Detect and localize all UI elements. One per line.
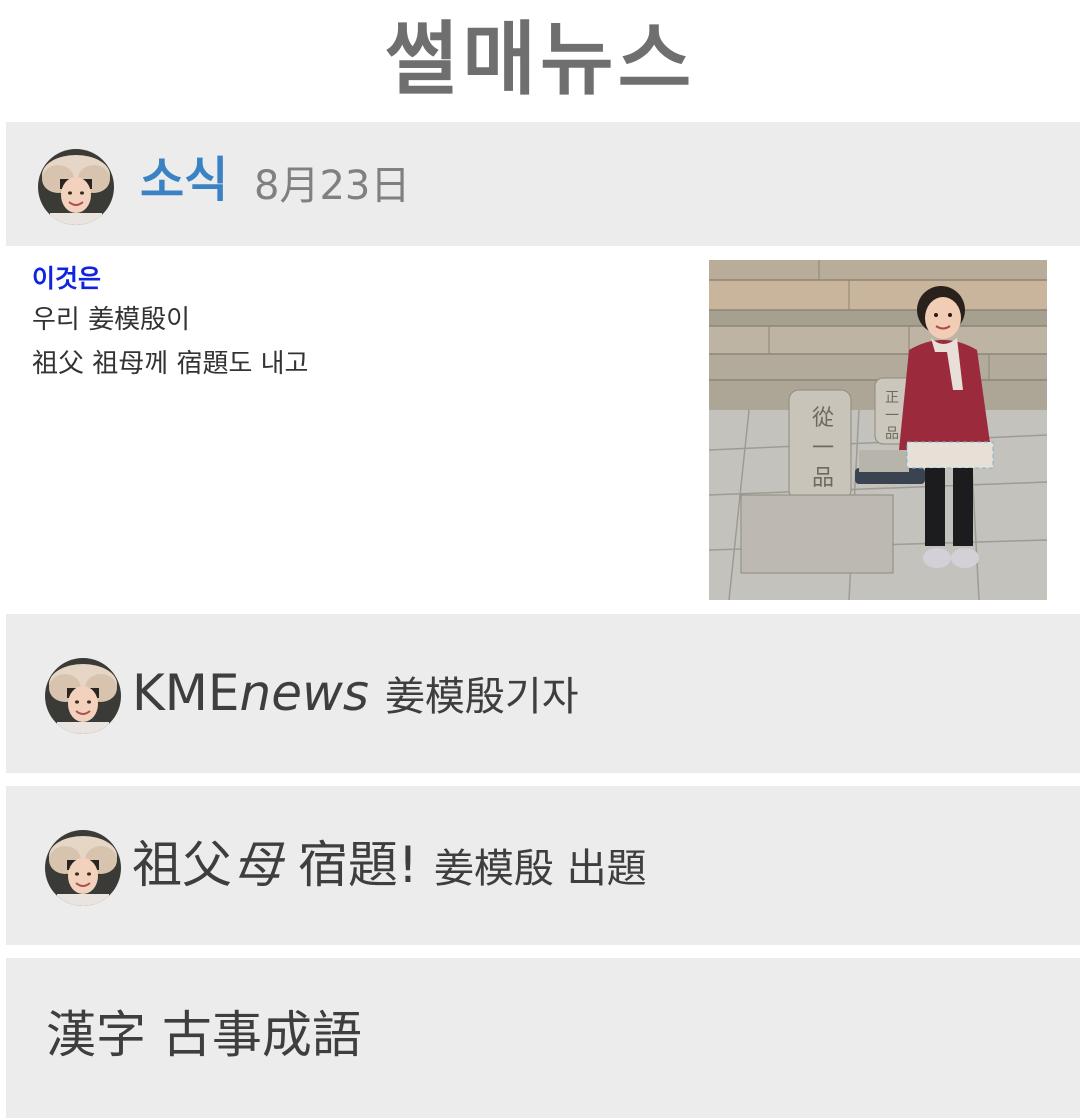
article-line: 祖父 祖母께 宿題도 내고: [32, 349, 309, 379]
reporter-title: KMEnews 姜模殷기자: [132, 658, 579, 732]
homework-title: 祖父母 宿題! 姜模殷 出題: [132, 830, 647, 904]
svg-text:品: 品: [885, 426, 899, 442]
brand-name: KME: [132, 664, 240, 722]
avatar: [45, 830, 121, 906]
idioms-row[interactable]: 漢字 古事成語: [6, 958, 1080, 1118]
svg-text:一: 一: [885, 408, 899, 424]
news-date: 8月23日: [254, 163, 411, 209]
news-section-label[interactable]: 소식: [140, 148, 228, 212]
svg-text:品: 品: [812, 466, 834, 491]
svg-text:從: 從: [812, 406, 834, 431]
idioms-title: 漢字 古事成語: [46, 1006, 362, 1064]
app-title: 썰매뉴스: [384, 12, 696, 106]
homework-title-rest: 宿題!: [282, 836, 418, 894]
child-avatar-icon: [45, 658, 121, 734]
reporter-row[interactable]: KMEnews 姜模殷기자: [6, 614, 1080, 773]
avatar: [38, 149, 114, 225]
homework-title-italic: 母: [232, 836, 282, 894]
svg-text:一: 一: [812, 436, 834, 461]
article-heading[interactable]: 이것은: [32, 260, 672, 298]
homework-row[interactable]: 祖父母 宿題! 姜模殷 出題: [6, 786, 1080, 945]
svg-text:正: 正: [885, 390, 899, 406]
avatar: [45, 658, 121, 734]
homework-title-part: 祖父: [132, 836, 232, 894]
child-avatar-icon: [45, 830, 121, 906]
homework-author: 姜模殷 出題: [433, 846, 647, 892]
girl-at-stone-markers-photo: 從 一 品 正 一 品: [709, 260, 1047, 600]
child-avatar-icon: [38, 149, 114, 225]
brand-name-italic: news: [239, 664, 369, 722]
reporter-name: 姜模殷기자: [384, 674, 579, 720]
article-text: 이것은 우리 姜模殷이 祖父 祖母께 宿題도 내고: [32, 260, 672, 386]
article-line: 우리 姜模殷이: [32, 305, 191, 335]
news-header[interactable]: 소식 8月23日: [6, 122, 1080, 246]
article-photo[interactable]: 從 一 品 正 一 品: [709, 260, 1047, 600]
